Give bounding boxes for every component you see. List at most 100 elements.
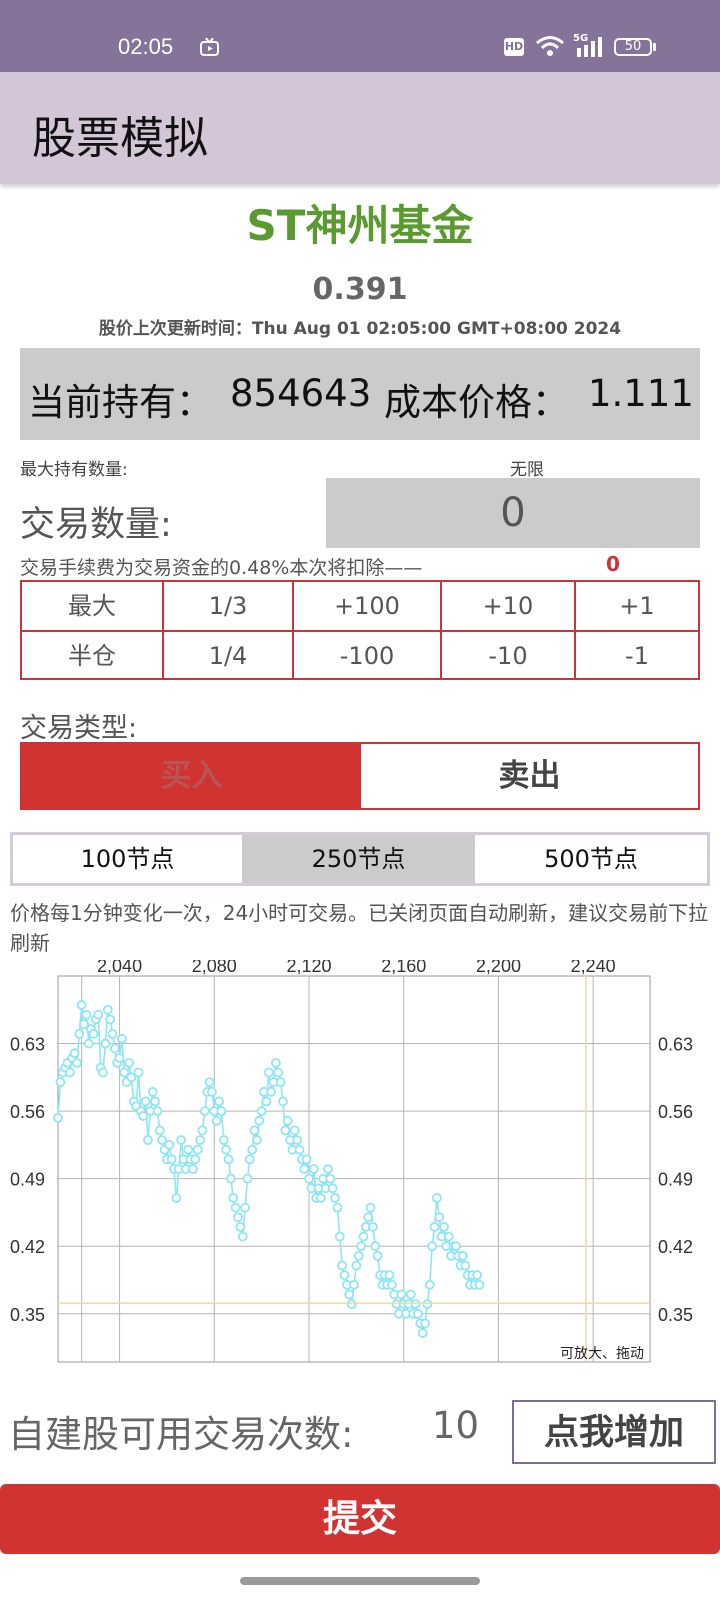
tab-250-nodes[interactable]: 250节点	[242, 835, 475, 883]
max-hold-label: 最大持有数量:	[20, 460, 128, 480]
x-tick-label: 2,120	[286, 960, 331, 976]
quantity-input[interactable]: 0	[326, 478, 700, 548]
price-point	[339, 1270, 350, 1281]
x-tick-label: 2,200	[476, 960, 521, 976]
price-point	[327, 1183, 338, 1194]
price-point	[351, 1260, 362, 1271]
price-point	[109, 1043, 120, 1054]
price-point	[55, 1077, 66, 1088]
price-point	[443, 1231, 454, 1242]
quantity-label: 交易数量:	[20, 505, 172, 545]
price-point	[225, 1173, 236, 1184]
price-point	[107, 1029, 118, 1039]
price-point	[289, 1125, 300, 1136]
price-point	[83, 1038, 94, 1049]
price-point	[230, 1202, 241, 1213]
price-point	[346, 1299, 357, 1310]
sell-button[interactable]: 卖出	[361, 744, 698, 808]
price-point	[315, 1193, 326, 1203]
qty-third-button[interactable]: 1/3	[162, 580, 294, 632]
refresh-notice: 价格每1分钟变化一次，24小时可交易。已关闭页面自动刷新，建议交易前下拉刷新	[10, 901, 709, 955]
status-time: 02:05	[118, 34, 174, 59]
add-trades-button[interactable]: 点我增加	[512, 1400, 716, 1464]
price-point	[474, 1279, 485, 1290]
x-tick-label: 2,040	[97, 960, 142, 976]
submit-button[interactable]: 提交	[0, 1484, 720, 1554]
price-point	[88, 1029, 99, 1039]
app-title: 股票模拟	[32, 113, 208, 164]
price-point	[124, 1057, 134, 1068]
node-tabs: 100节点 250节点 500节点	[10, 832, 710, 886]
stock-price: 0.391	[312, 272, 408, 307]
price-point	[199, 1106, 210, 1117]
price-point	[365, 1202, 376, 1213]
price-point	[405, 1289, 416, 1300]
tab-500-nodes[interactable]: 500节点	[475, 835, 707, 883]
max-hold-value: 无限	[510, 460, 544, 480]
price-point	[195, 1135, 205, 1145]
price-point	[427, 1241, 438, 1252]
trade-type-label: 交易类型:	[20, 713, 138, 744]
price-point	[192, 1144, 203, 1155]
qty-max-button[interactable]: 最大	[20, 580, 164, 632]
y-tick-label-left: 0.42	[10, 1237, 45, 1257]
price-point	[235, 1221, 246, 1232]
price-point	[72, 1057, 82, 1068]
price-point	[386, 1279, 397, 1290]
price-point	[114, 1053, 125, 1063]
price-chart[interactable]: 2,040 2,080 2,120 2,160 2,200 2,240 0.63 0.63 0.…	[0, 960, 720, 1390]
price-point	[434, 1212, 445, 1223]
signal-icon	[577, 37, 602, 57]
price-point	[450, 1241, 461, 1252]
price-point	[164, 1139, 175, 1150]
price-point	[140, 1096, 151, 1107]
qty-plus100-button[interactable]: +100	[292, 580, 442, 632]
qty-minus10-button[interactable]: -10	[440, 630, 576, 680]
home-indicator[interactable]	[240, 1577, 480, 1585]
buy-button[interactable]: 买入	[22, 744, 361, 808]
status-bar: 02:05 HD 5G 50	[0, 0, 720, 72]
y-tick-label-left: 0.49	[10, 1170, 45, 1190]
qty-plus1-button[interactable]: +1	[574, 580, 700, 632]
qty-minus1-button[interactable]: -1	[574, 630, 700, 680]
qty-half-button[interactable]: 半仓	[20, 630, 164, 680]
qty-plus10-button[interactable]: +10	[440, 580, 576, 632]
price-point	[242, 1173, 253, 1184]
price-point	[154, 1125, 165, 1136]
y-tick-label-left: 0.56	[10, 1102, 45, 1122]
price-point	[171, 1193, 182, 1203]
qty-quarter-button[interactable]: 1/4	[162, 630, 294, 680]
qty-minus100-button[interactable]: -100	[292, 630, 442, 680]
tab-100-nodes[interactable]: 100节点	[13, 835, 242, 883]
price-point	[117, 1033, 127, 1044]
price-point	[384, 1270, 395, 1281]
price-point	[147, 1086, 158, 1097]
y-tick-label-right: 0.42	[658, 1237, 693, 1257]
price-point	[410, 1299, 421, 1310]
price-point	[233, 1212, 243, 1223]
hd-icon: HD	[504, 38, 524, 56]
price-point	[413, 1308, 423, 1319]
price-point	[332, 1202, 343, 1213]
chart-hint: 可放大、拖动	[560, 1346, 644, 1362]
price-point	[183, 1144, 194, 1155]
price-point	[100, 1038, 111, 1049]
price-point	[396, 1289, 407, 1300]
price-point	[349, 1279, 359, 1290]
price-point	[261, 1096, 272, 1107]
price-point	[133, 1067, 144, 1078]
price-point	[275, 1077, 286, 1088]
price-point	[240, 1202, 250, 1213]
price-point	[278, 1096, 288, 1107]
price-point	[325, 1173, 336, 1184]
price-point	[263, 1067, 274, 1078]
y-tick-label-left: 0.35	[10, 1305, 45, 1325]
trade-type-toggle: 买入 卖出	[20, 742, 700, 810]
price-point	[458, 1250, 468, 1261]
price-point	[308, 1164, 319, 1174]
holding-label: 当前持有：	[28, 381, 213, 424]
price-updated-time: 股价上次更新时间：Thu Aug 01 02:05:00 GMT+08:00 2…	[98, 319, 622, 339]
price-point	[204, 1077, 215, 1088]
fee-text: 交易手续费为交易资金的0.48%本次将扣除——	[20, 557, 423, 579]
holding-value: 854643	[230, 372, 372, 415]
